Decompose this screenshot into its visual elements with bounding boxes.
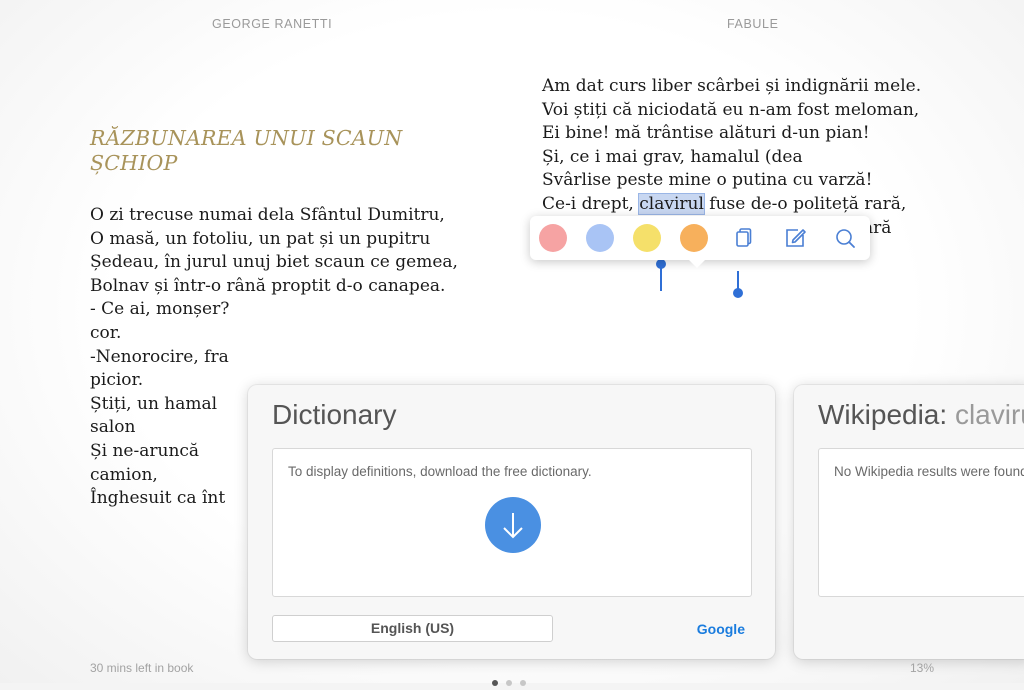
- highlight-orange-button[interactable]: [680, 224, 708, 252]
- text-fragment: fuse de-o politeță rară,: [703, 193, 907, 214]
- text-line[interactable]: O masă, un fotoliu, un pat și un pupitru: [90, 228, 482, 252]
- page-indicator[interactable]: [492, 671, 534, 690]
- wikipedia-term: clavirul: [954, 399, 1024, 430]
- wikipedia-title: Wikipedia: clavirul: [818, 399, 1024, 431]
- dictionary-content-box: To display definitions, download the fre…: [272, 448, 752, 597]
- text-line[interactable]: O zi trecuse numai dela Sfântul Dumitru,: [90, 204, 482, 228]
- text-line[interactable]: Svârlise peste mine o putina cu varză!: [542, 169, 934, 193]
- chapter-title: RĂZBUNAREA UNUI SCAUN ȘCHIOP: [90, 126, 403, 175]
- text-line[interactable]: Ei bine! mă trântise alături d-un pian!: [542, 122, 934, 146]
- time-left-label: 30 mins left in book: [90, 661, 194, 675]
- text-line[interactable]: Bolnav și într-o rână proptit d-o canape…: [90, 275, 482, 299]
- dictionary-card: Dictionary To display definitions, downl…: [248, 385, 775, 659]
- wikipedia-card: Wikipedia: clavirul No Wikipedia results…: [794, 385, 1024, 659]
- book-page: GEORGE RANETTI FABULE RĂZBUNAREA UNUI SC…: [0, 0, 1024, 686]
- highlight-red-button[interactable]: [539, 224, 567, 252]
- highlight-blue-button[interactable]: [586, 224, 614, 252]
- wikipedia-message: No Wikipedia results were found.: [834, 464, 1024, 479]
- text-line[interactable]: - Ce ai, monșer?: [90, 298, 482, 322]
- dictionary-title: Dictionary: [272, 399, 397, 430]
- text-line[interactable]: -Nenorocire, fra: [90, 346, 482, 370]
- wikipedia-content-box: No Wikipedia results were found.: [818, 448, 1024, 597]
- download-arrow-icon: [503, 513, 523, 539]
- language-select[interactable]: English (US): [272, 615, 553, 642]
- page-dot[interactable]: [506, 680, 512, 686]
- page-dot[interactable]: [520, 680, 526, 686]
- page-dot-active[interactable]: [492, 680, 498, 686]
- download-dictionary-button[interactable]: [485, 497, 541, 553]
- text-fragment: Ce-i drept,: [542, 193, 640, 214]
- text-line[interactable]: Ședeau, în jurul unuj biet scaun ce geme…: [90, 251, 482, 275]
- google-search-link[interactable]: Google: [697, 621, 745, 637]
- text-line[interactable]: cor.: [90, 322, 482, 346]
- dictionary-message: To display definitions, download the fre…: [288, 464, 592, 479]
- selected-word[interactable]: clavirul: [638, 192, 705, 215]
- text-line[interactable]: Și, ce i mai grav, hamalul (dea: [542, 146, 934, 170]
- running-head-book-title: FABULE: [727, 17, 779, 31]
- selection-start-handle[interactable]: [656, 259, 666, 291]
- selection-end-handle[interactable]: [733, 271, 743, 298]
- search-icon[interactable]: [833, 226, 857, 250]
- progress-percent: 13%: [910, 661, 935, 675]
- text-line-with-selection[interactable]: Ce-i drept, clavirul fuse de-o politeță …: [542, 192, 934, 217]
- wikipedia-title-label: Wikipedia:: [818, 399, 948, 430]
- copy-icon[interactable]: [731, 226, 755, 250]
- highlight-yellow-button[interactable]: [633, 224, 661, 252]
- running-head-author: GEORGE RANETTI: [212, 17, 333, 31]
- highlight-toolbar: [530, 216, 870, 268]
- text-line[interactable]: Voi știți că niciodată eu n-am fost melo…: [542, 99, 934, 123]
- text-line[interactable]: Am dat curs liber scârbei și indignării …: [542, 75, 934, 99]
- note-icon[interactable]: [783, 226, 807, 250]
